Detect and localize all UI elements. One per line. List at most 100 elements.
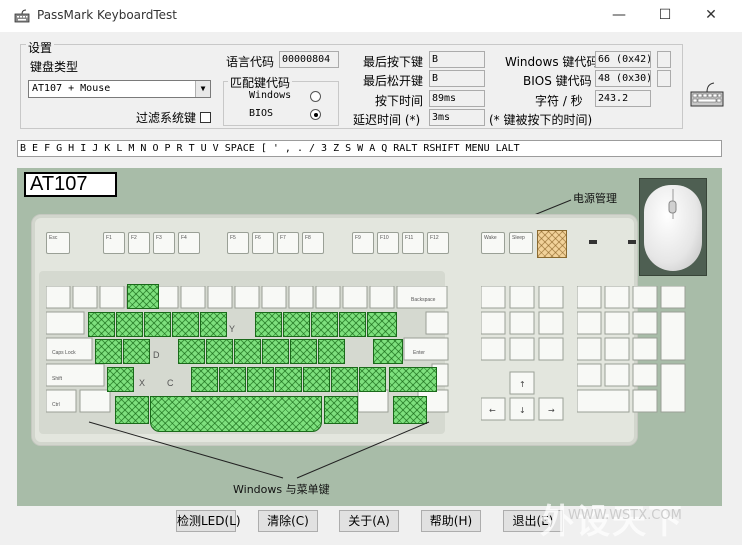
key-f10: F10 [377,232,399,254]
key-d: D [153,350,160,360]
key-shift: Shift [52,376,63,382]
key-f8: F8 [302,232,324,254]
key-hit-a [95,339,122,364]
key-f9: F9 [352,232,374,254]
chars-per-sec-field: 243.2 [595,90,651,107]
bios-code-field: 48 (0x30) [595,70,651,87]
key-f5: F5 [227,232,249,254]
key-hit-r [172,312,199,337]
last-up-field: B [429,70,485,87]
key-x: X [139,378,146,388]
key-f2: F2 [128,232,150,254]
client-area: 设置 键盘类型 AT107 + Mouse ▼ 过滤系统键 语言代码 00000… [0,32,742,545]
key-power-hit [537,230,567,258]
keyboard-panel: AT107 电源管理 Esc F1 F2 F3 F4 F5 F6 F7 F8 F… [17,168,722,506]
key-hit-b [219,367,246,392]
num-lock-led [589,240,597,244]
key-f3: F3 [153,232,175,254]
key-hit-n [247,367,274,392]
windows-code-indicator [657,51,671,68]
test-led-button[interactable]: 检测LED(L) [176,510,241,532]
maximize-button[interactable]: ☐ [650,4,680,26]
key-sleep: Sleep [509,232,533,254]
settings-legend: 设置 [26,39,55,56]
svg-text:→: → [548,406,555,415]
key-hit-s [123,339,150,364]
keyboard-app-icon [14,9,30,23]
lang-code-label: 语言代码 [226,55,275,69]
key-hit-h [234,339,261,364]
key-backspace: Backspace [411,297,436,303]
bios-code-label: BIOS 键代码 [523,74,592,88]
key-hit-j [262,339,289,364]
match-bios-radio[interactable] [310,109,321,120]
key-hit-u [255,312,282,337]
last-down-label: 最后按下键 [363,55,424,69]
key-hit-l [318,339,345,364]
key-f1: F1 [103,232,125,254]
delay-note: (* 键被按下的时间) [489,113,593,127]
watermark-url: WWW.WSTX.COM [568,508,682,523]
minimize-button[interactable]: — [604,4,634,26]
bios-code-indicator [657,70,671,87]
kb-type-select[interactable]: AT107 + Mouse ▼ [28,80,211,98]
kb-type-value: AT107 + Mouse [32,83,111,94]
window-title: PassMark KeyboardTest [37,8,177,22]
key-hit-m [275,367,302,392]
match-code-label: 匹配键代码 [228,74,293,91]
key-hit-v [191,367,218,392]
key-hit-i [283,312,310,337]
svg-text:←: ← [489,406,496,415]
key-caps: Caps Lock [52,350,76,356]
chevron-down-icon[interactable]: ▼ [195,81,210,97]
lang-code-field: 00000804 [279,51,339,68]
title-bar[interactable]: PassMark KeyboardTest — ☐ ✕ [0,0,742,32]
key-hit-k [290,339,317,364]
filter-keys-label: 过滤系统键 [136,111,197,125]
key-f12: F12 [427,232,449,254]
key-hit-comma [303,367,330,392]
key-hit-p [339,312,366,337]
chars-per-sec-label: 字符 / 秒 [535,94,583,108]
key-hit-z [107,367,134,392]
filter-keys-checkbox[interactable] [200,112,211,123]
key-f7: F7 [277,232,299,254]
key-f6: F6 [252,232,274,254]
mouse-image [639,178,707,276]
key-esc: Esc [46,232,70,254]
key-hit-3 [127,284,159,309]
key-hit-rshift [389,367,437,392]
clear-button[interactable]: 清除(C) [258,510,318,532]
svg-text:↓: ↓ [519,406,526,415]
keyboard-model: AT107 [24,172,117,197]
mouse-buttons-lines [668,189,677,219]
key-hit-period [331,367,358,392]
close-button[interactable]: ✕ [696,4,726,26]
match-windows-radio[interactable] [310,91,321,102]
key-hit-g [206,339,233,364]
key-f11: F11 [402,232,424,254]
windows-code-field: 66 (0x42) [595,51,651,68]
nav-key-grid: ↑ ← ↓ → [481,286,564,421]
help-button[interactable]: 帮助(H) [421,510,481,532]
key-hit-f [178,339,205,364]
key-f4: F4 [178,232,200,254]
key-c: C [167,378,174,388]
winmenu-label: Windows 与菜单键 [233,483,330,496]
key-hit-slash [359,367,386,392]
delay-field: 3ms [429,109,485,126]
key-ctrl: Ctrl [52,402,60,408]
key-wake: Wake [481,232,505,254]
match-windows-label: Windows [249,90,292,101]
delay-label: 延迟时间 (*) [353,113,421,127]
key-hit-t [200,312,227,337]
about-button[interactable]: 关于(A) [339,510,399,532]
last-down-field: B [429,51,485,68]
key-hit-q [88,312,115,337]
key-hit-e [144,312,171,337]
press-time-field: 89ms [429,90,485,107]
match-bios-label: BIOS [249,108,274,119]
key-hit-quote [373,339,403,364]
numpad-key-grid [577,286,686,413]
key-hit-o [311,312,338,337]
